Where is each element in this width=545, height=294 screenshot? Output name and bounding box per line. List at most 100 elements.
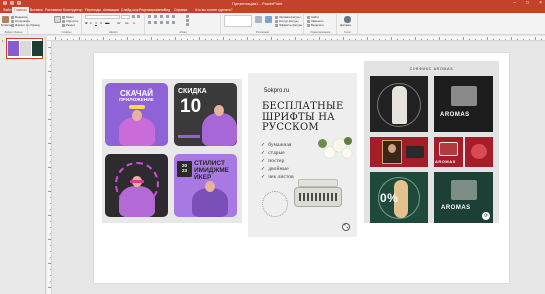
ruler-tick xyxy=(133,39,134,40)
decrease-indent-button[interactable] xyxy=(160,15,163,18)
char-spacing-button[interactable]: AV xyxy=(117,21,121,25)
increase-indent-button[interactable] xyxy=(166,15,169,18)
justify-button[interactable] xyxy=(166,21,169,24)
align-center-icon xyxy=(154,21,157,24)
align-left-button[interactable] xyxy=(148,21,151,24)
check-icon: ✓ xyxy=(261,158,266,164)
ruler-tick xyxy=(79,37,80,40)
columns-button[interactable] xyxy=(172,21,175,24)
picture-collage-instagram[interactable]: СКАЧАЙ ПРИЛОЖЕНИЕ СКИДКА 10 СТИЛИСТ ИМИД… xyxy=(102,79,242,223)
group-label-font: Шрифт xyxy=(109,31,118,34)
new-slide-icon[interactable] xyxy=(54,16,61,23)
painting-face xyxy=(388,144,396,153)
smartart-button[interactable] xyxy=(186,23,189,26)
ruler-tick xyxy=(199,37,200,40)
ruler-tick xyxy=(277,39,278,40)
close-icon[interactable]: × xyxy=(539,0,542,6)
bullets-button[interactable] xyxy=(148,15,151,18)
ruler-tick xyxy=(511,37,512,40)
card1-button-shape xyxy=(129,105,145,109)
tab-draw[interactable]: Рисование xyxy=(45,8,62,12)
section-button[interactable]: Раздел xyxy=(62,23,75,27)
ruler-tick xyxy=(50,107,51,108)
dictate-button[interactable]: Диктовать xyxy=(340,24,351,27)
ruler-tick xyxy=(50,137,51,138)
numbering-button[interactable] xyxy=(154,15,157,18)
ruler-tick xyxy=(50,173,51,174)
ruler-tick xyxy=(217,39,218,40)
font-shrink-button[interactable] xyxy=(137,15,140,18)
shapes-gallery[interactable] xyxy=(224,15,252,27)
font-grow-button[interactable] xyxy=(132,15,135,18)
paste-button[interactable]: Вставить xyxy=(1,24,11,27)
brush-icon xyxy=(11,23,14,27)
font-name-select[interactable] xyxy=(85,15,120,19)
jar-shape-green xyxy=(451,180,477,200)
ruler-tick xyxy=(55,37,56,40)
align-text-button[interactable] xyxy=(186,19,189,22)
slide-thumbnail[interactable] xyxy=(6,38,43,59)
picture-fonts-promo[interactable]: 5okpro.ru БЕСПЛАТНЫЕ ШРИФТЫ НА РУССКОМ ✓… xyxy=(248,73,357,237)
feature-item: ✓ бумажная xyxy=(261,141,294,149)
tab-design[interactable]: Конструктор xyxy=(63,8,82,12)
ruler-tick xyxy=(205,39,206,40)
shape-effects-button[interactable]: Эффекты фигуры xyxy=(275,23,302,27)
tab-view[interactable]: Вид xyxy=(164,8,170,12)
align-right-button[interactable] xyxy=(160,21,163,24)
redo-icon[interactable] xyxy=(17,1,21,5)
picture-aromas-grid[interactable]: СУФФИКС AROMAS AROMAS AROMAS 0% AROMAS ⟳ xyxy=(364,61,499,223)
slide-canvas[interactable]: СКАЧАЙ ПРИЛОЖЕНИЕ СКИДКА 10 СТИЛИСТ ИМИД… xyxy=(94,53,509,283)
horizontal-ruler xyxy=(47,36,545,41)
group-drawing: Заливка фигуры Контур фигуры Эффекты фиг… xyxy=(222,14,304,34)
align-text-icon xyxy=(186,19,189,22)
group-label-voice: Голос xyxy=(344,31,351,34)
tell-me-search[interactable]: Что вы хотите сделать? xyxy=(195,8,232,12)
arrange-icon[interactable] xyxy=(255,16,262,23)
smartart-icon xyxy=(186,23,189,26)
underline-button[interactable]: Ч xyxy=(95,21,97,25)
format-painter-button[interactable]: Формат по образцу xyxy=(11,23,40,27)
tab-insert[interactable]: Вставка xyxy=(30,8,43,12)
slide-number: 1 xyxy=(2,39,4,43)
minimize-icon[interactable]: – xyxy=(513,0,516,6)
tab-slideshow[interactable]: Слайд-шоу xyxy=(121,8,139,12)
microphone-icon[interactable] xyxy=(344,16,351,23)
group-clipboard: Вставить Вырезать Копировать Формат по о… xyxy=(0,14,40,34)
jar-shape xyxy=(451,86,477,106)
tab-animations[interactable]: Анимация xyxy=(103,8,119,12)
save-icon[interactable] xyxy=(3,1,7,5)
crop-icon[interactable]: ⤡ xyxy=(342,223,350,231)
woman-fur-coat-3 xyxy=(119,186,155,217)
rotate-handle-icon[interactable]: ⟳ xyxy=(482,212,490,220)
change-case-button[interactable]: Aa xyxy=(125,21,128,25)
tab-file[interactable]: Файл xyxy=(3,8,11,12)
feature-text: бумажная xyxy=(268,142,292,148)
tab-help[interactable]: Справка xyxy=(174,8,187,12)
italic-button[interactable]: К xyxy=(90,21,92,25)
font-size-select[interactable] xyxy=(121,15,130,19)
bold-button[interactable]: Ж xyxy=(85,21,88,25)
feature-text: двойные xyxy=(268,166,289,172)
tab-review[interactable]: Рецензирование xyxy=(139,8,165,12)
text-direction-button[interactable] xyxy=(186,15,189,18)
tab-transitions[interactable]: Переходы xyxy=(85,8,101,12)
strikethrough-button[interactable]: abc xyxy=(105,21,110,25)
font-color-button[interactable]: A xyxy=(133,21,135,25)
ruler-tick xyxy=(295,37,296,40)
flowers-bouquet xyxy=(318,137,354,167)
tile-red-jar xyxy=(465,137,493,167)
group-label-clipboard: Буфер обмена xyxy=(4,31,23,34)
paste-icon[interactable] xyxy=(2,16,9,23)
line-spacing-button[interactable] xyxy=(172,15,175,18)
align-center-button[interactable] xyxy=(154,21,157,24)
undo-icon[interactable] xyxy=(10,1,14,5)
shadow-button[interactable]: S xyxy=(100,21,102,25)
maximize-icon[interactable]: □ xyxy=(526,0,529,6)
select-button[interactable]: Выделить xyxy=(307,23,324,27)
ruler-tick xyxy=(211,39,212,40)
quick-styles-icon[interactable] xyxy=(265,16,272,23)
tile-aromas-red: AROMAS xyxy=(434,137,463,167)
feature-item: ✓ постер xyxy=(261,157,294,165)
tile-aromas-jar-green: AROMAS ⟳ xyxy=(434,172,493,223)
ruler-tick xyxy=(48,119,51,120)
